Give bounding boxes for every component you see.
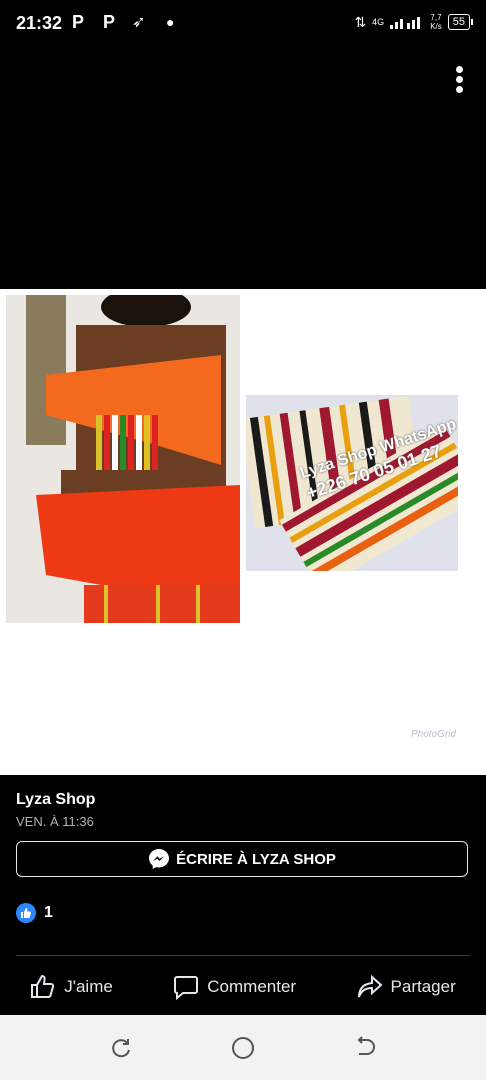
notification-p-icon: P [72,12,85,32]
message-shop-button[interactable]: ÉCRIRE À LYZA SHOP [16,841,468,877]
notification-app-icon: ➶ [132,14,146,31]
data-arrows-icon: ⇅ [354,13,367,30]
battery-icon: 55 [447,14,474,30]
status-indicators: ⇅ 4G 7,7 K/s 55 [354,13,474,31]
reaction-summary[interactable]: 1 [16,903,53,923]
data-speed: 7,7 K/s [430,13,442,31]
thumbs-up-icon [31,974,55,998]
home-icon[interactable] [230,1035,256,1061]
photogrid-watermark: PhotoGrid [410,729,456,740]
more-options-icon[interactable] [454,66,464,96]
comment-button[interactable]: Commenter [173,974,296,1000]
clock: 21:32 [16,13,63,33]
post-photo[interactable]: Lyza Shop WhatsApp +226 70 05 01 27 Phot… [0,289,486,775]
divider [16,955,470,956]
reaction-count: 1 [44,904,53,921]
network-type: 4G [372,17,385,27]
message-button-label: ÉCRIRE À LYZA SHOP [176,850,336,868]
comment-icon [174,976,199,1000]
thumbs-up-reaction-icon [16,903,36,923]
notification-dot-icon: ● [166,14,175,30]
notification-p-icon: P [103,12,116,32]
model-wearing-outfit-image [6,295,240,623]
recents-icon[interactable] [109,1036,133,1060]
post-author[interactable]: Lyza Shop [16,791,95,809]
system-navigation-bar [0,1015,486,1080]
messenger-icon [149,849,170,869]
like-button[interactable]: J'aime [30,974,113,1000]
signal-icon [390,17,421,29]
post-actions: J'aime Commenter Partager [0,965,486,1009]
back-icon[interactable] [353,1035,377,1060]
post-timestamp: VEN. À 11:36 [16,814,94,829]
status-bar: 21:32 P P ➶ ● ⇅ 4G 7,7 K/s 55 [0,0,486,48]
share-icon [357,974,383,998]
share-button[interactable]: Partager [357,974,456,1000]
